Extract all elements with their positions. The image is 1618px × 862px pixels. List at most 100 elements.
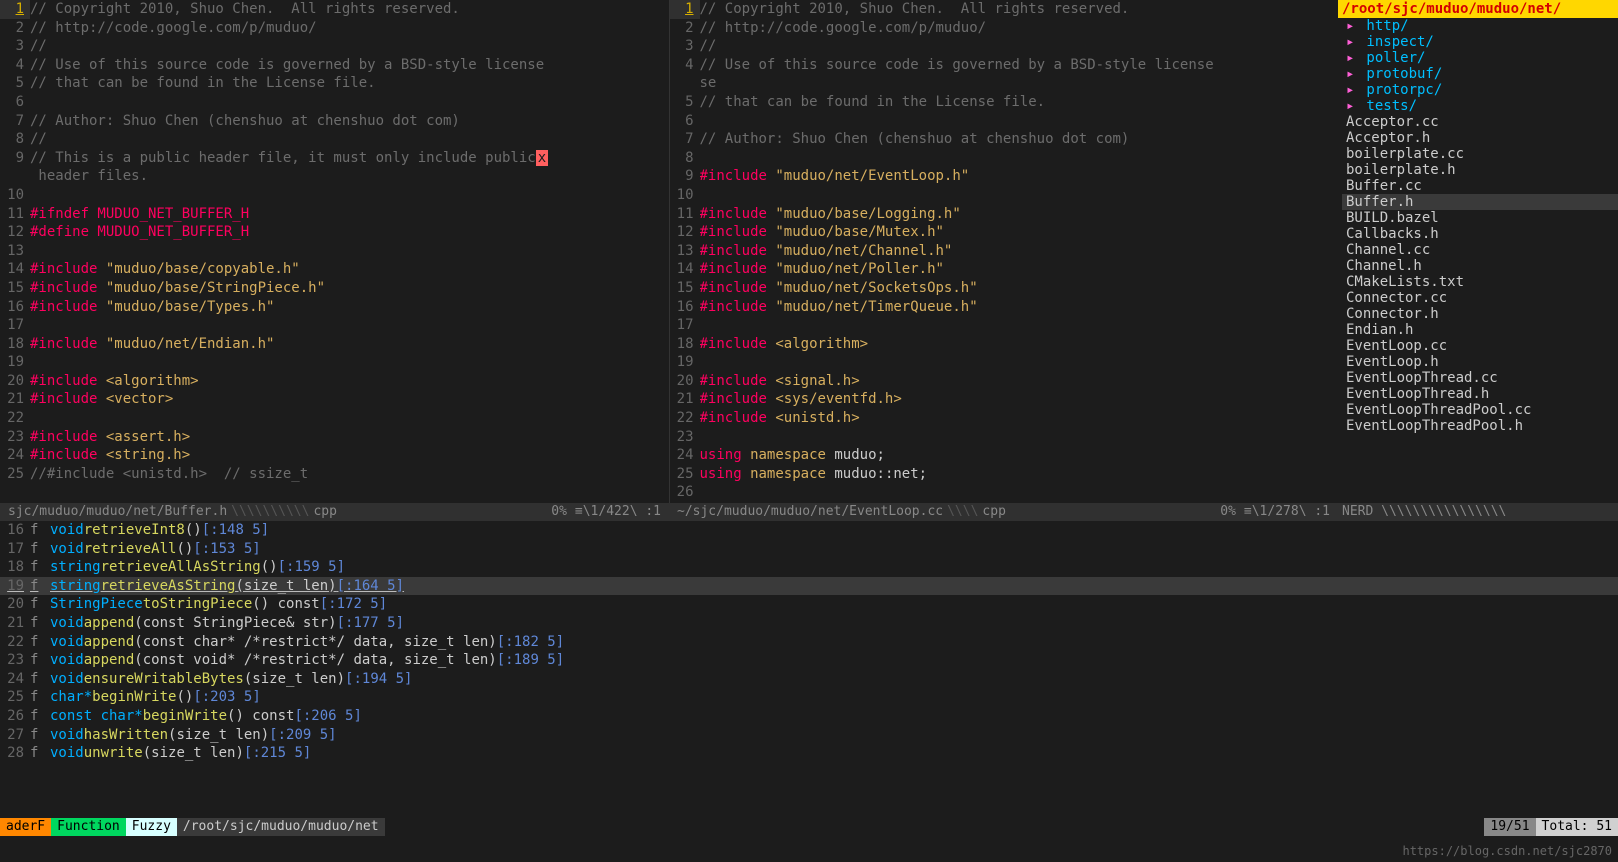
code-line[interactable]: 14#include "muduo/net/Poller.h": [670, 260, 1339, 279]
code-line[interactable]: 16#include "muduo/base/Types.h": [0, 298, 669, 317]
tag-row[interactable]: 22f void append(const char* /*restrict*/…: [0, 633, 1618, 652]
code-line[interactable]: 17: [0, 316, 669, 335]
right-editor-pane[interactable]: 1// Copyright 2010, Shuo Chen. All right…: [670, 0, 1339, 503]
tree-file[interactable]: boilerplate.cc: [1342, 146, 1618, 162]
tree-file[interactable]: boilerplate.h: [1342, 162, 1618, 178]
tree-folder[interactable]: ▸ tests/: [1342, 98, 1618, 114]
tree-file[interactable]: Acceptor.h: [1342, 130, 1618, 146]
code-line[interactable]: 21#include <sys/eventfd.h>: [670, 390, 1339, 409]
code-line[interactable]: 25//#include <unistd.h> // ssize_t: [0, 465, 669, 484]
tag-row[interactable]: 26f const char* beginWrite() const [:206…: [0, 707, 1618, 726]
code-line[interactable]: 18#include <algorithm>: [670, 335, 1339, 354]
tree-folder[interactable]: ▸ protorpc/: [1342, 82, 1618, 98]
tree-file[interactable]: Callbacks.h: [1342, 226, 1618, 242]
code-line[interactable]: 6: [670, 112, 1339, 131]
code-line[interactable]: 1// Copyright 2010, Shuo Chen. All right…: [0, 0, 669, 19]
code-line[interactable]: 20#include <algorithm>: [0, 372, 669, 391]
error-marker-icon: x: [536, 150, 548, 166]
code-line[interactable]: 20#include <signal.h>: [670, 372, 1339, 391]
code-line[interactable]: 10: [0, 186, 669, 205]
tree-file[interactable]: BUILD.bazel: [1342, 210, 1618, 226]
tag-row[interactable]: 27f void hasWritten(size_t len) [:209 5]: [0, 726, 1618, 745]
code-line[interactable]: 12#define MUDUO_NET_BUFFER_H: [0, 223, 669, 242]
nerdtree-panel[interactable]: /root/sjc/muduo/muduo/net/ ▸ http/▸ insp…: [1338, 0, 1618, 503]
code-line[interactable]: 24using namespace muduo;: [670, 446, 1339, 465]
tree-file[interactable]: EventLoop.cc: [1342, 338, 1618, 354]
left-editor-pane[interactable]: 1// Copyright 2010, Shuo Chen. All right…: [0, 0, 670, 503]
code-line[interactable]: 11#include "muduo/base/Logging.h": [670, 205, 1339, 224]
code-line[interactable]: 13: [0, 242, 669, 261]
tag-row[interactable]: 25f char* beginWrite() [:203 5]: [0, 688, 1618, 707]
right-filetype: cpp: [978, 504, 1009, 520]
code-line[interactable]: 23#include <assert.h>: [0, 428, 669, 447]
tree-folder[interactable]: ▸ poller/: [1342, 50, 1618, 66]
code-line[interactable]: 5// that can be found in the License fil…: [670, 93, 1339, 112]
code-line[interactable]: 15#include "muduo/base/StringPiece.h": [0, 279, 669, 298]
tree-file[interactable]: EventLoopThread.cc: [1342, 370, 1618, 386]
tag-row[interactable]: 17f void retrieveAll() [:153 5]: [0, 540, 1618, 559]
tag-row[interactable]: 23f void append(const void* /*restrict*/…: [0, 651, 1618, 670]
code-line[interactable]: 15#include "muduo/net/SocketsOps.h": [670, 279, 1339, 298]
code-line[interactable]: 17: [670, 316, 1339, 335]
tree-file[interactable]: Channel.cc: [1342, 242, 1618, 258]
tree-file[interactable]: Buffer.cc: [1342, 178, 1618, 194]
tag-row[interactable]: 18f string retrieveAllAsString() [:159 5…: [0, 558, 1618, 577]
tree-file[interactable]: Channel.h: [1342, 258, 1618, 274]
line-number: 20: [670, 372, 700, 391]
tree-file[interactable]: Connector.h: [1342, 306, 1618, 322]
tag-row[interactable]: 16f void retrieveInt8() [:148 5]: [0, 521, 1618, 540]
tag-row[interactable]: 21f void append(const StringPiece& str) …: [0, 614, 1618, 633]
tree-file[interactable]: EventLoopThread.h: [1342, 386, 1618, 402]
tag-row[interactable]: 20f StringPiece toStringPiece() const [:…: [0, 595, 1618, 614]
code-line[interactable]: 21#include <vector>: [0, 390, 669, 409]
code-line[interactable]: 16#include "muduo/net/TimerQueue.h": [670, 298, 1339, 317]
code-line[interactable]: 25using namespace muduo::net;: [670, 465, 1339, 484]
code-line[interactable]: 2// http://code.google.com/p/muduo/: [670, 19, 1339, 38]
tree-file[interactable]: CMakeLists.txt: [1342, 274, 1618, 290]
code-line[interactable]: 3//: [670, 37, 1339, 56]
code-line[interactable]: 19: [0, 353, 669, 372]
tree-file[interactable]: Acceptor.cc: [1342, 114, 1618, 130]
code-line[interactable]: 19: [670, 353, 1339, 372]
code-line[interactable]: 5// that can be found in the License fil…: [0, 74, 669, 93]
tree-file[interactable]: EventLoop.h: [1342, 354, 1618, 370]
tag-row[interactable]: 19f string retrieveAsString(size_t len) …: [0, 577, 1618, 596]
code-line[interactable]: 26: [670, 483, 1339, 502]
code-line[interactable]: 7// Author: Shuo Chen (chenshuo at chens…: [0, 112, 669, 131]
line-number: 19: [670, 353, 700, 372]
code-line[interactable]: 22#include <unistd.h>: [670, 409, 1339, 428]
tree-file[interactable]: Endian.h: [1342, 322, 1618, 338]
code-line[interactable]: 13#include "muduo/net/Channel.h": [670, 242, 1339, 261]
code-line[interactable]: 23: [670, 428, 1339, 447]
code-line[interactable]: 4// Use of this source code is governed …: [670, 56, 1339, 75]
tree-file[interactable]: Buffer.h: [1342, 194, 1618, 210]
tree-folder[interactable]: ▸ protobuf/: [1342, 66, 1618, 82]
tree-folder[interactable]: ▸ inspect/: [1342, 34, 1618, 50]
code-line[interactable]: 22: [0, 409, 669, 428]
tagbar-pane[interactable]: 16f void retrieveInt8() [:148 5]17f void…: [0, 521, 1618, 796]
code-line[interactable]: 24#include <string.h>: [0, 446, 669, 465]
footer-path: /root/sjc/muduo/muduo/net: [177, 818, 385, 836]
line-number: 13: [670, 242, 700, 261]
tree-file[interactable]: EventLoopThreadPool.cc: [1342, 402, 1618, 418]
code-line[interactable]: 9// This is a public header file, it mus…: [0, 149, 669, 168]
code-line[interactable]: 14#include "muduo/base/copyable.h": [0, 260, 669, 279]
code-line[interactable]: 10: [670, 186, 1339, 205]
code-line[interactable]: 8//: [0, 130, 669, 149]
tag-row[interactable]: 24f void ensureWritableBytes(size_t len)…: [0, 670, 1618, 689]
code-line[interactable]: 2// http://code.google.com/p/muduo/: [0, 19, 669, 38]
code-line[interactable]: 1// Copyright 2010, Shuo Chen. All right…: [670, 0, 1339, 19]
code-line[interactable]: 6: [0, 93, 669, 112]
code-line[interactable]: 11#ifndef MUDUO_NET_BUFFER_H: [0, 205, 669, 224]
tree-folder[interactable]: ▸ http/: [1342, 18, 1618, 34]
code-line[interactable]: 3//: [0, 37, 669, 56]
code-line[interactable]: 12#include "muduo/base/Mutex.h": [670, 223, 1339, 242]
code-line[interactable]: 4// Use of this source code is governed …: [0, 56, 669, 75]
code-line[interactable]: 8: [670, 149, 1339, 168]
tree-file[interactable]: EventLoopThreadPool.h: [1342, 418, 1618, 434]
code-line[interactable]: 18#include "muduo/net/Endian.h": [0, 335, 669, 354]
code-line[interactable]: 9#include "muduo/net/EventLoop.h": [670, 167, 1339, 186]
tag-row[interactable]: 28f void unwrite(size_t len) [:215 5]: [0, 744, 1618, 763]
tree-file[interactable]: Connector.cc: [1342, 290, 1618, 306]
code-line[interactable]: 7// Author: Shuo Chen (chenshuo at chens…: [670, 130, 1339, 149]
